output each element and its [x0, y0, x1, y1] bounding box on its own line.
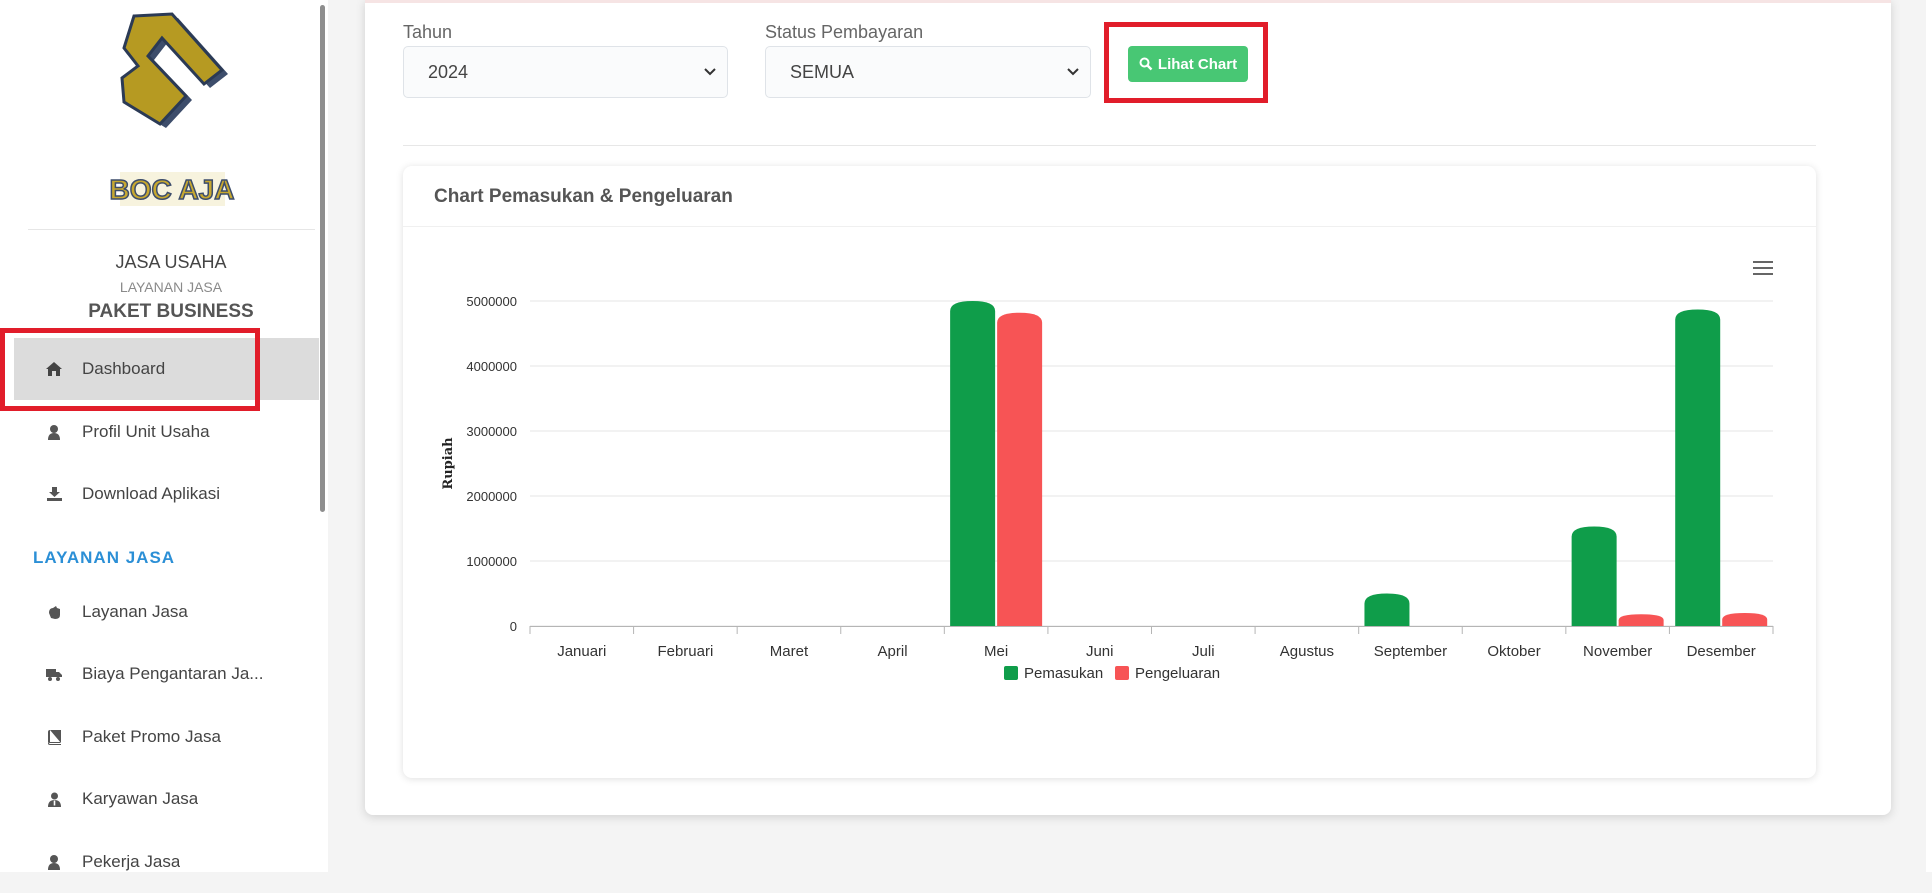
- bar-pengeluaran-desember[interactable]: [1722, 613, 1768, 626]
- bar-pengeluaran-mei[interactable]: [997, 312, 1043, 626]
- x-tick-label: Mei: [984, 643, 1008, 660]
- business-type: LAYANAN JASA: [119, 279, 223, 295]
- user-icon: [46, 854, 62, 870]
- year-select[interactable]: 2024: [403, 46, 728, 98]
- company-logo: BOC AJA: [109, 12, 235, 206]
- x-tick-label: Maret: [770, 643, 809, 660]
- sidebar: BOC AJA JASA USAHA LAYANAN JASA PAKET BU…: [0, 0, 328, 872]
- sidebar-item-pekerja-jasa[interactable]: Pekerja Jasa: [14, 831, 319, 893]
- x-tick-label: Agustus: [1280, 643, 1334, 660]
- business-name: JASA USAHA: [115, 252, 227, 272]
- bar-pemasukan-september[interactable]: [1364, 593, 1410, 627]
- year-select-value: 2024: [428, 61, 469, 82]
- x-tick-label: Juni: [1086, 643, 1114, 660]
- y-tick-label: 5000000: [466, 294, 517, 309]
- chart-bars: [950, 301, 1768, 627]
- y-tick-label: 3000000: [466, 424, 517, 439]
- chart-legend[interactable]: Pemasukan Pengeluaran: [1004, 665, 1220, 682]
- svg-text:BOC AJA: BOC AJA: [110, 174, 235, 205]
- filter-separator: [403, 145, 1816, 146]
- sidebar-item-label: Profil Unit Usaha: [82, 422, 210, 441]
- download-icon: [46, 486, 62, 502]
- legend-swatch-0[interactable]: [1004, 666, 1018, 680]
- dashboard-highlight-box: [0, 328, 260, 411]
- sidebar-item-label: Download Aplikasi: [82, 484, 220, 503]
- sidebar-item-label: Karyawan Jasa: [82, 789, 199, 808]
- sidebar-item-label: Layanan Jasa: [82, 602, 188, 621]
- sidebar-divider: [28, 229, 315, 230]
- x-tick-label: Oktober: [1487, 643, 1540, 660]
- x-tick-label: Desember: [1687, 643, 1756, 660]
- y-axis-title: Rupiah: [441, 437, 456, 490]
- income-expense-chart: 0 1000000 2000000 3000000 4000000 5000000 Rupi…: [441, 294, 1774, 682]
- sidebar-item-label: Paket Promo Jasa: [82, 727, 221, 746]
- bar-pengeluaran-november[interactable]: [1618, 614, 1664, 626]
- section-title-layanan-jasa: LAYANAN JASA: [33, 548, 176, 567]
- y-tick-label: 1000000: [466, 554, 517, 569]
- bar-pemasukan-mei[interactable]: [950, 301, 996, 626]
- y-tick-label: 2000000: [466, 489, 517, 504]
- y-tick-label: 0: [510, 619, 517, 634]
- truck-icon: [46, 666, 62, 682]
- x-tick-label: Januari: [557, 643, 606, 660]
- x-tick-label: April: [878, 643, 908, 660]
- status-label: Status Pembayaran: [765, 22, 924, 42]
- legend-label-0[interactable]: Pemasukan: [1024, 665, 1103, 682]
- y-tick-label: 4000000: [466, 359, 517, 374]
- legend-swatch-1[interactable]: [1115, 666, 1129, 680]
- sidebar-item-paket-promo[interactable]: Paket Promo Jasa: [14, 706, 319, 768]
- sidebar-item-layanan-jasa[interactable]: Layanan Jasa: [14, 581, 319, 643]
- sidebar-item-label: Pekerja Jasa: [82, 852, 181, 871]
- business-plan: PAKET BUSINESS: [88, 301, 254, 322]
- book-icon: [46, 729, 62, 745]
- chevron-down-icon: [1067, 68, 1079, 76]
- status-select[interactable]: SEMUA: [765, 46, 1091, 98]
- x-tick-label: Juli: [1192, 643, 1215, 660]
- status-select-value: SEMUA: [790, 61, 855, 82]
- legend-label-1[interactable]: Pengeluaran: [1135, 665, 1220, 682]
- top-edge: [365, 0, 1891, 3]
- page-right-edge: [1926, 0, 1932, 872]
- x-tick-label: Februari: [657, 643, 713, 660]
- sidebar-item-label: Biaya Pengantaran Ja...: [82, 664, 264, 683]
- x-tick-label: November: [1583, 643, 1652, 660]
- sidebar-item-download[interactable]: Download Aplikasi: [14, 463, 319, 525]
- user-tie-icon: [46, 791, 62, 807]
- bar-pemasukan-november[interactable]: [1571, 526, 1617, 626]
- user-icon: [46, 424, 62, 440]
- year-label: Tahun: [403, 22, 453, 42]
- hand-icon: [46, 604, 62, 620]
- lihat-chart-highlight-box: [1104, 22, 1268, 103]
- bar-pemasukan-desember[interactable]: [1675, 309, 1721, 626]
- x-tick-label: September: [1374, 643, 1447, 660]
- sidebar-item-biaya-pengantaran[interactable]: Biaya Pengantaran Ja...: [14, 643, 319, 705]
- sidebar-item-karyawan-jasa[interactable]: Karyawan Jasa: [14, 768, 319, 830]
- chevron-down-icon: [704, 68, 716, 76]
